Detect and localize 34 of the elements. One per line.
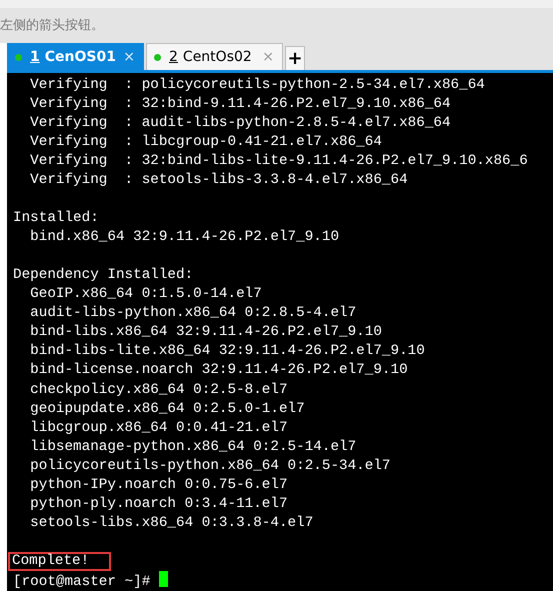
terminal-line: Dependency Installed: bbox=[13, 267, 194, 284]
tab-label: CentOs02 bbox=[182, 48, 253, 66]
terminal-line: checkpolicy.x86_64 0:2.5-8.el7 bbox=[29, 382, 288, 398]
terminal-line: Verifying : 32:bind-9.11.4-26.P2.el7_9.10.x86_64 bbox=[29, 96, 451, 112]
terminal-line: Verifying : audit-libs-python-2.8.5-4.el7.x86_64 bbox=[29, 115, 451, 132]
cursor-icon bbox=[159, 570, 168, 587]
terminal-line: python-IPy.noarch 0:0.75-6.el7 bbox=[29, 476, 288, 493]
terminal-line: geoipupdate.x86_64 0:2.5.0-1.el7 bbox=[29, 400, 305, 417]
terminal-line: bind-libs.x86_64 32:9.11.4-26.P2.el7_9.10 bbox=[29, 324, 382, 340]
terminal-line: Installed: bbox=[13, 210, 99, 226]
new-tab-button[interactable]: + bbox=[285, 46, 305, 70]
terminal-line: Verifying : setools-libs-3.3.8-4.el7.x86_64 bbox=[29, 172, 408, 188]
terminal-line: python-ply.noarch 0:3.4-11.el7 bbox=[29, 496, 288, 512]
tab-number: 1 bbox=[30, 48, 40, 66]
terminal-line: Verifying : policycoreutils-python-2.5-34.el7.x86_64 bbox=[29, 77, 485, 93]
terminal-line: audit-libs-python.x86_64 0:2.8.5-4.el7 bbox=[29, 305, 356, 322]
terminal-line: bind.x86_64 32:9.11.4-26.P2.el7_9.10 bbox=[29, 229, 340, 246]
terminal-tab[interactable]: 2 CentOs02 × bbox=[146, 43, 283, 70]
close-button[interactable]: × bbox=[260, 50, 276, 64]
shell-prompt: [root@master ~]# bbox=[13, 574, 150, 590]
terminal-line: GeoIP.x86_64 0:1.5.0-14.el7 bbox=[29, 286, 262, 302]
tab-number: 2 bbox=[169, 48, 178, 66]
close-button[interactable]: × bbox=[121, 50, 137, 64]
terminal-line: bind-libs-lite.x86_64 32:9.11.4-26.P2.el7_9.10 bbox=[29, 343, 425, 360]
terminal-line: libsemanage-python.x86_64 0:2.5-14.el7 bbox=[29, 438, 356, 455]
terminal-line: policycoreutils-python.x86_64 0:2.5-34.el7 bbox=[29, 458, 390, 474]
tab-label: CenOS01 bbox=[44, 48, 117, 66]
terminal-line: Verifying : libcgroup-0.41-21.el7.x86_64 bbox=[29, 134, 382, 150]
terminal-tab[interactable]: 1 CenOS01 × bbox=[7, 43, 144, 70]
terminal-line: Verifying : 32:bind-libs-lite-9.11.4-26.P2.el7_9.10.x86_6 bbox=[29, 153, 528, 170]
terminal-line: setools-libs.x86_64 0:3.3.8-4.el7 bbox=[29, 514, 314, 531]
page-text: 左侧的箭头按钮。 bbox=[0, 17, 104, 35]
terminal-line: bind-license.noarch 32:9.11.4-26.P2.el7_9.10 bbox=[29, 362, 408, 378]
terminal-line: libcgroup.x86_64 0:0.41-21.el7 bbox=[29, 420, 288, 436]
